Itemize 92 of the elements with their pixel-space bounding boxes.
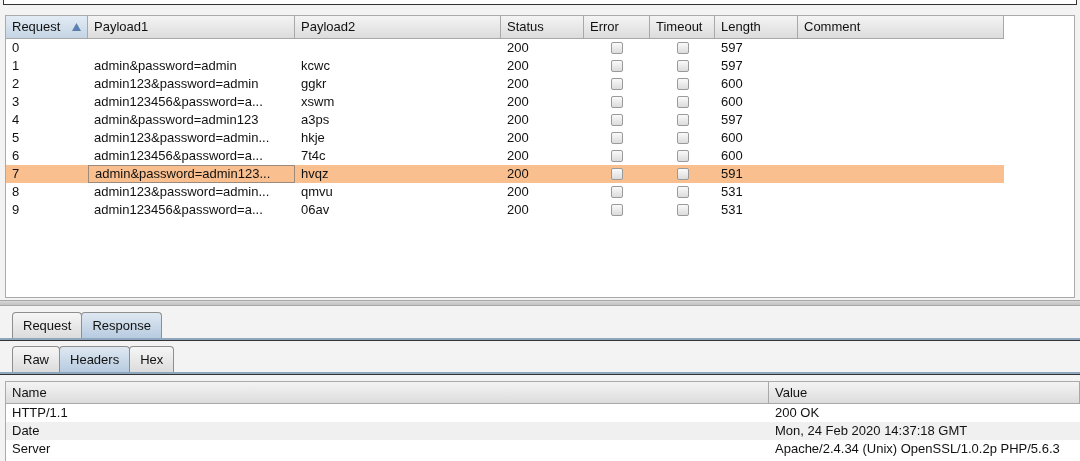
table-cell-text: 1 (11, 57, 21, 76)
table-cell-text: 531 (720, 183, 744, 202)
table-cell-text: 597 (720, 111, 744, 130)
column-header[interactable]: Error (584, 16, 650, 39)
checkbox[interactable] (676, 60, 689, 72)
result-row[interactable]: 7 admin&password=admin123... hvqz 200 591 (6, 165, 1004, 183)
table-cell-text: 597 (720, 57, 744, 76)
checkbox[interactable] (676, 204, 689, 216)
checkbox[interactable] (611, 150, 623, 162)
checkbox[interactable] (611, 114, 623, 126)
sort-ascending-icon (72, 23, 81, 31)
table-cell-text: admin&password=admin (94, 57, 237, 76)
table-cell-text: admin123&password=admin... (94, 183, 270, 202)
table-cell-text: 200 (506, 147, 530, 166)
column-header[interactable]: Length (715, 16, 798, 39)
column-header[interactable]: Request (6, 16, 88, 39)
checkbox[interactable] (611, 186, 623, 198)
column-header[interactable]: Status (501, 16, 584, 39)
column-header[interactable]: Value (769, 382, 1080, 404)
checkbox[interactable] (676, 168, 689, 180)
table-cell-text: admin123456&password=a... (94, 93, 263, 112)
table-cell-text: HTTP/1.1 (11, 404, 69, 423)
checkbox[interactable] (611, 168, 623, 180)
checkbox[interactable] (676, 150, 689, 162)
table-cell-text: 8 (11, 183, 21, 202)
table-cell-text: 3 (11, 93, 21, 112)
table-cell-text: 5 (11, 129, 21, 148)
table-cell-text: Mon, 24 Feb 2020 14:37:18 GMT (774, 422, 969, 441)
table-cell-text: Server (11, 440, 52, 459)
checkbox[interactable] (676, 42, 689, 54)
table-cell-text: 9 (11, 201, 21, 220)
column-header[interactable]: Payload1 (88, 16, 295, 39)
table-cell-text: 591 (720, 165, 744, 184)
table-cell: ggkr (301, 76, 327, 92)
checkbox[interactable] (611, 204, 623, 216)
column-header[interactable]: Timeout (650, 16, 715, 39)
table-cell: kcwc (301, 58, 330, 74)
table-cell-text: 200 (506, 165, 530, 184)
tab[interactable]: Raw (12, 346, 60, 372)
table-cell: qmvu (301, 184, 333, 200)
table-cell: 7t4c (301, 148, 326, 164)
table-cell-text: 200 (506, 183, 530, 202)
table-cell: a3ps (301, 112, 330, 128)
column-header[interactable]: Comment (798, 16, 1004, 39)
table-cell-text: 200 (506, 57, 530, 76)
tab[interactable]: Response (81, 312, 162, 338)
table-cell-text: admin123&password=admin... (94, 129, 270, 148)
table-cell-text: admin123456&password=a... (94, 147, 263, 166)
table-cell-text: 600 (720, 147, 744, 166)
table-cell: 06av (301, 202, 330, 218)
checkbox[interactable] (611, 132, 623, 144)
table-cell-text: 600 (720, 93, 744, 112)
table-cell: hkje (301, 130, 325, 146)
table-cell: xswm (301, 94, 335, 110)
checkbox[interactable] (611, 96, 623, 108)
table-cell-text: 200 (506, 201, 530, 220)
table-cell-text: 597 (720, 39, 744, 58)
table-cell-text: 600 (720, 75, 744, 94)
splitter[interactable] (0, 300, 1080, 306)
table-cell-text: 200 (506, 39, 530, 58)
checkbox[interactable] (611, 60, 623, 72)
checkbox[interactable] (676, 96, 689, 108)
table-cell: hvqz (301, 166, 329, 182)
checkbox[interactable] (611, 42, 623, 54)
column-header[interactable]: Payload2 (295, 16, 501, 39)
table-cell-text: 0 (11, 39, 21, 58)
checkbox[interactable] (676, 132, 689, 144)
table-cell-text: 7 (11, 165, 21, 184)
table-cell-text: Date (11, 422, 41, 441)
table-cell-text: 200 OK (774, 404, 821, 423)
table-cell-text: 200 (506, 75, 530, 94)
table-cell-text: admin123456&password=a... (94, 201, 263, 220)
column-header[interactable]: Name (6, 382, 769, 404)
tab[interactable]: Request (12, 312, 83, 338)
table-cell-text: 200 (506, 111, 530, 130)
table-cell-text: 600 (720, 129, 744, 148)
table-cell-text: 200 (506, 93, 530, 112)
table-cell-text: admin&password=admin123 (94, 111, 259, 130)
table-cell-text: 2 (11, 75, 21, 94)
table-cell-text: 200 (506, 129, 530, 148)
checkbox[interactable] (676, 114, 689, 126)
table-cell-text: 6 (11, 147, 21, 166)
tab[interactable]: Hex (129, 346, 175, 372)
table-cell-text: admin&password=admin123... (95, 165, 271, 184)
table-cell-text: 4 (11, 111, 21, 130)
tab[interactable]: Headers (59, 346, 131, 372)
checkbox[interactable] (676, 78, 689, 90)
table-cell-text: admin123&password=admin (94, 75, 259, 94)
checkbox[interactable] (611, 78, 623, 90)
table-cell-text: Apache/2.4.34 (Unix) OpenSSL/1.0.2p PHP/5.6.3 (774, 440, 1061, 459)
checkbox[interactable] (676, 186, 689, 198)
table-cell-text: 531 (720, 201, 744, 220)
